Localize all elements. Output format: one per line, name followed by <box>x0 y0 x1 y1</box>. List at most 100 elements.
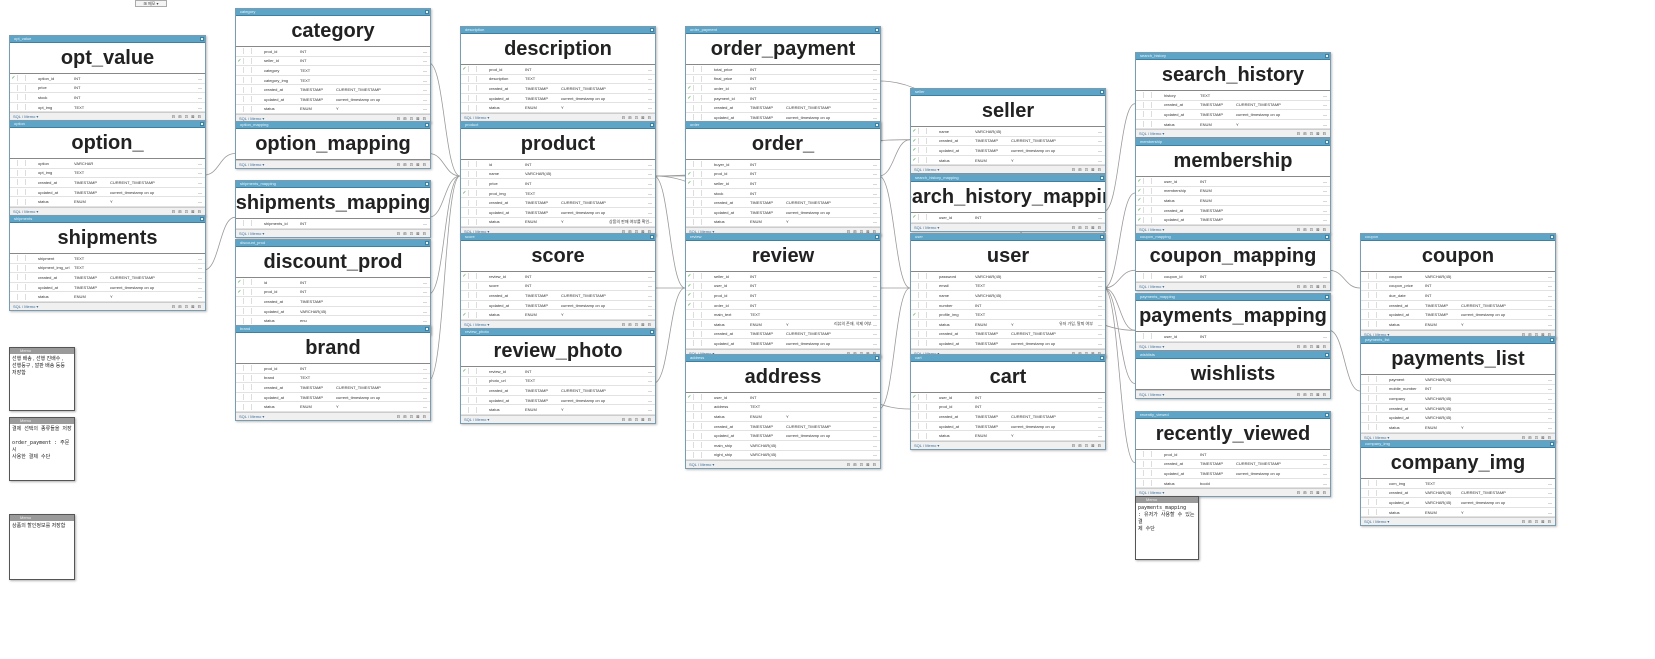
row-handle-icon[interactable]: — <box>1098 274 1102 279</box>
column-key-check[interactable] <box>911 340 919 347</box>
column-row[interactable]: category TEXT — <box>236 66 430 76</box>
table-header-bar[interactable]: membership <box>1136 139 1330 146</box>
table-header-bar[interactable]: search_history_mapping <box>911 175 1105 182</box>
row-handle-icon[interactable]: — <box>1098 129 1102 134</box>
column-nn-check[interactable] <box>694 451 702 458</box>
column-key-check[interactable] <box>236 86 244 93</box>
column-row[interactable]: opt_img TEXT — <box>10 169 205 179</box>
column-key-check[interactable] <box>10 274 18 281</box>
column-row[interactable]: night_ship VARCHAR(45) — <box>686 451 880 461</box>
column-row[interactable]: ✓ id INT — <box>236 278 430 288</box>
column-nn-check[interactable] <box>1369 321 1377 328</box>
column-nn-check[interactable] <box>244 105 252 112</box>
table-collapse-button[interactable] <box>1100 235 1104 239</box>
column-nn-check[interactable] <box>1144 216 1152 223</box>
table-collapse-button[interactable] <box>650 235 654 239</box>
table-collapse-button[interactable] <box>1100 356 1104 360</box>
column-nn-check[interactable] <box>244 317 252 324</box>
column-key-check[interactable] <box>686 66 694 73</box>
row-handle-icon[interactable]: — <box>873 341 877 346</box>
table-collapse-button[interactable] <box>875 356 879 360</box>
column-row[interactable]: ✓ seller_id INT — <box>236 57 430 67</box>
table-header-bar[interactable]: product <box>461 122 655 129</box>
column-key-check[interactable] <box>236 317 244 324</box>
table-header-bar[interactable]: seller <box>911 89 1105 96</box>
column-nn-check[interactable] <box>244 308 252 315</box>
row-handle-icon[interactable]: — <box>1548 377 1552 382</box>
column-nn-check[interactable] <box>1369 311 1377 318</box>
column-row[interactable]: created_at VARCHAR(45) — <box>1361 404 1555 414</box>
column-row[interactable]: status ENUM Y — <box>461 103 655 113</box>
row-handle-icon[interactable]: — <box>873 219 877 224</box>
column-key-check[interactable]: ✓ <box>911 147 919 154</box>
column-row[interactable]: created_at TIMESTAMP CURRENT_TIMESTAMP — <box>461 84 655 94</box>
table-collapse-button[interactable] <box>875 28 879 32</box>
sql-memo-menu[interactable]: SQL / Memo ▾ <box>1139 283 1164 290</box>
column-row[interactable]: updated_at TIMESTAMP current_timestamp on … <box>236 95 430 105</box>
table-header-bar[interactable]: payments_list <box>1361 337 1555 344</box>
column-row[interactable]: updated_at TIMESTAMP current_timestamp on … <box>911 339 1105 349</box>
row-handle-icon[interactable]: — <box>873 303 877 308</box>
row-handle-icon[interactable]: — <box>1098 331 1102 336</box>
table-header-bar[interactable]: user <box>911 234 1105 241</box>
row-handle-icon[interactable]: — <box>198 180 202 185</box>
column-key-check[interactable] <box>911 403 919 410</box>
row-handle-icon[interactable]: — <box>1098 433 1102 438</box>
column-row[interactable]: ✓ status ENUM Y — <box>461 310 655 320</box>
column-nn-check[interactable] <box>694 330 702 337</box>
row-handle-icon[interactable]: — <box>423 366 427 371</box>
column-nn-check[interactable] <box>469 368 477 375</box>
column-key-check[interactable] <box>686 199 694 206</box>
memo-text[interactable]: 상품의 할인정보를 저장함 <box>10 521 74 532</box>
column-row[interactable]: ✓ user_id INT — <box>686 393 880 403</box>
column-key-check[interactable] <box>236 308 244 315</box>
column-row[interactable]: updated_at TIMESTAMP current_timestamp on … <box>1136 110 1330 120</box>
column-row[interactable]: name VARCHAR(45) — <box>461 170 655 180</box>
column-nn-check[interactable] <box>1144 101 1152 108</box>
memo-note[interactable]: Memo 결제 선택의 종류들을 저장 order_payment : 주문 시 … <box>9 417 75 481</box>
table-description[interactable]: description description ✓ prod_id INT — descri… <box>460 26 656 122</box>
column-nn-check[interactable] <box>244 57 252 64</box>
column-nn-check[interactable] <box>244 288 252 295</box>
column-row[interactable]: score INT — <box>461 282 655 292</box>
table-payments-list[interactable]: payments_list payments_list payment VARCHAR… <box>1360 336 1556 442</box>
column-key-check[interactable]: ✓ <box>686 95 694 102</box>
row-handle-icon[interactable]: — <box>1548 500 1552 505</box>
column-nn-check[interactable] <box>919 128 927 135</box>
column-key-check[interactable] <box>461 209 469 216</box>
row-handle-icon[interactable]: — <box>648 378 652 383</box>
table-collapse-button[interactable] <box>425 182 429 186</box>
column-nn-check[interactable] <box>694 340 702 347</box>
memo-text[interactable]: 선행 배송 , 선행 진배수 , 선행등구 , 깔판 배송 등등 저장함 <box>10 354 74 379</box>
row-handle-icon[interactable]: — <box>648 162 652 167</box>
row-handle-icon[interactable]: — <box>1548 425 1552 430</box>
table-header-bar[interactable]: order_payment <box>686 27 880 34</box>
column-row[interactable]: option VARCHAR — <box>10 159 205 169</box>
table-shipments-mapping[interactable]: shipments_mapping shipments_mapping shipme… <box>235 180 431 238</box>
column-row[interactable]: ✓ seller_id INT — <box>686 272 880 282</box>
column-row[interactable]: shipments_id INT — <box>236 219 430 229</box>
column-key-check[interactable] <box>686 330 694 337</box>
table-header-bar[interactable]: shipments <box>10 216 205 223</box>
column-key-check[interactable] <box>1136 273 1144 280</box>
row-handle-icon[interactable]: — <box>873 331 877 336</box>
column-row[interactable]: price INT — <box>10 84 205 94</box>
column-key-check[interactable] <box>911 432 919 439</box>
column-key-check[interactable] <box>10 179 18 186</box>
row-handle-icon[interactable]: — <box>423 97 427 102</box>
column-key-check[interactable]: ✓ <box>1136 197 1144 204</box>
column-key-check[interactable]: ✓ <box>236 279 244 286</box>
column-nn-check[interactable] <box>694 114 702 121</box>
column-row[interactable]: company VARCHAR(45) — <box>1361 394 1555 404</box>
column-row[interactable]: created_at VARCHAR(45) CURRENT_TIMESTAMP — <box>1361 489 1555 499</box>
column-nn-check[interactable] <box>469 209 477 216</box>
column-row[interactable]: coupon_id INT — <box>1136 272 1330 282</box>
table-header-bar[interactable]: review <box>686 234 880 241</box>
row-handle-icon[interactable]: — <box>198 265 202 270</box>
column-row[interactable]: created_at TIMESTAMP CURRENT_TIMESTAMP — <box>686 330 880 340</box>
row-handle-icon[interactable]: — <box>648 407 652 412</box>
column-key-check[interactable] <box>461 161 469 168</box>
row-handle-icon[interactable]: — <box>873 191 877 196</box>
column-nn-check[interactable] <box>1369 480 1377 487</box>
row-handle-icon[interactable]: — <box>1548 293 1552 298</box>
